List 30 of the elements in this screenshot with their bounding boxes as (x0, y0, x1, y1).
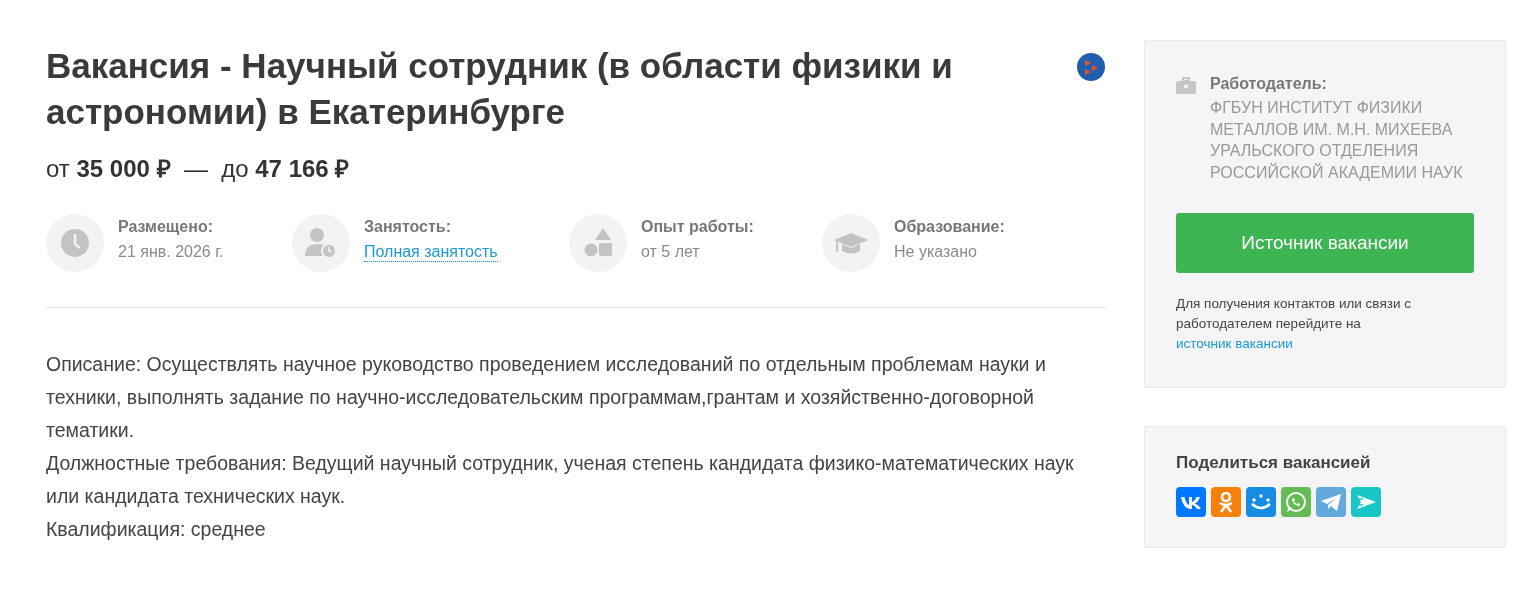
share-title: Поделиться вакансией (1176, 453, 1372, 473)
graduation-cap-icon (822, 214, 880, 272)
description-paragraph: Описание: Осуществлять научное руководство проведением исследований по отдельным проблемам науки и техники, выполнять задание по научно-исследовательским программам,грантам и хозяйственно-договорной тематики. (46, 352, 1047, 443)
fact-value: 21 янв. 2026 г. (118, 243, 224, 261)
person-clock-icon (292, 214, 350, 272)
employment-link[interactable]: Полная занятость (364, 243, 498, 262)
fact-label: Размещено: (118, 218, 214, 236)
salary-range: от 35 000 ₽ — до 47 166 ₽ (46, 154, 351, 184)
employer-name: ФГБУН ИНСТИТУТ ФИЗИКИ МЕТАЛЛОВ ИМ. М.Н. МИХЕЕВА УРАЛЬСКОГО ОТДЕЛЕНИЯ РОССИЙСКОЙ АКАДЕМИИ НАУК (1210, 98, 1464, 183)
page-title: Вакансия - Научный сотрудник (в области физики и астрономии) в Екатеринбурге (46, 45, 954, 133)
ok-logo-icon[interactable] (1211, 487, 1241, 517)
description-paragraph: Должностные требования: Ведущий научный сотрудник, ученая степень кандидата физико-математических наук или кандидата технических наук. (46, 451, 1075, 509)
whatsapp-icon[interactable] (1281, 487, 1311, 517)
fact-value: Не указано (894, 243, 978, 261)
source-button[interactable]: Источник вакансии (1176, 213, 1474, 273)
paper-plane-icon[interactable] (1316, 487, 1346, 517)
shapes-icon (569, 214, 627, 272)
description-paragraph: Квалификация: среднее (46, 517, 267, 542)
clock-icon (46, 214, 104, 272)
briefcase-icon (1176, 77, 1196, 94)
fact-value: от 5 лет (641, 243, 701, 261)
company-logo-icon (1076, 52, 1106, 82)
contact-note: Для получения контактов или связи с работодателем перейдите на источник вакансии (1176, 295, 1412, 353)
employer-label: Работодатель: (1210, 74, 1328, 94)
source-link[interactable]: источник вакансии (1176, 336, 1293, 351)
fact-label: Образование: (894, 218, 1005, 236)
smile-icon[interactable] (1246, 487, 1276, 517)
fact-label: Занятость: (364, 218, 452, 236)
fact-label: Опыт работы: (641, 218, 754, 236)
vk-logo-icon[interactable] (1176, 487, 1206, 517)
